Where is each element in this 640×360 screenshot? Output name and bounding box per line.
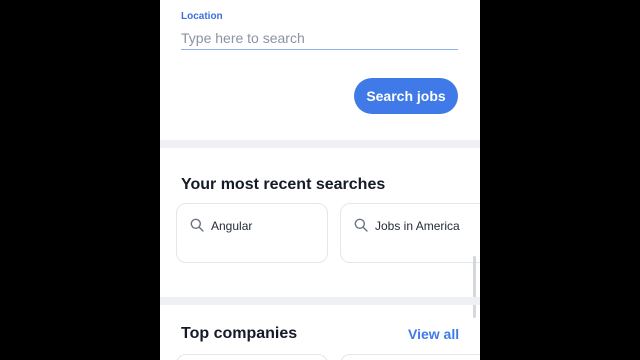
view-all-link[interactable]: View all — [408, 326, 459, 342]
company-card[interactable] — [340, 354, 480, 360]
app-screen: Location Search jobs Your most recent se… — [160, 0, 480, 360]
recent-search-label: Angular — [211, 219, 253, 233]
recent-search-card-angular[interactable]: Angular — [176, 203, 328, 263]
search-jobs-button[interactable]: Search jobs — [354, 78, 458, 114]
recent-search-card-jobs-in-america[interactable]: Jobs in America — [340, 203, 480, 263]
location-input[interactable] — [181, 26, 458, 50]
section-divider — [160, 140, 480, 148]
search-icon — [190, 218, 204, 232]
section-divider — [160, 297, 480, 305]
company-card[interactable] — [176, 354, 328, 360]
search-icon — [354, 218, 368, 232]
location-section: Location Search jobs — [160, 0, 480, 140]
top-companies-title: Top companies — [181, 325, 298, 342]
scrollbar[interactable] — [473, 256, 476, 318]
location-label: Location — [181, 11, 223, 22]
recent-search-label: Jobs in America — [375, 219, 460, 233]
recent-searches-title: Your most recent searches — [181, 176, 386, 193]
